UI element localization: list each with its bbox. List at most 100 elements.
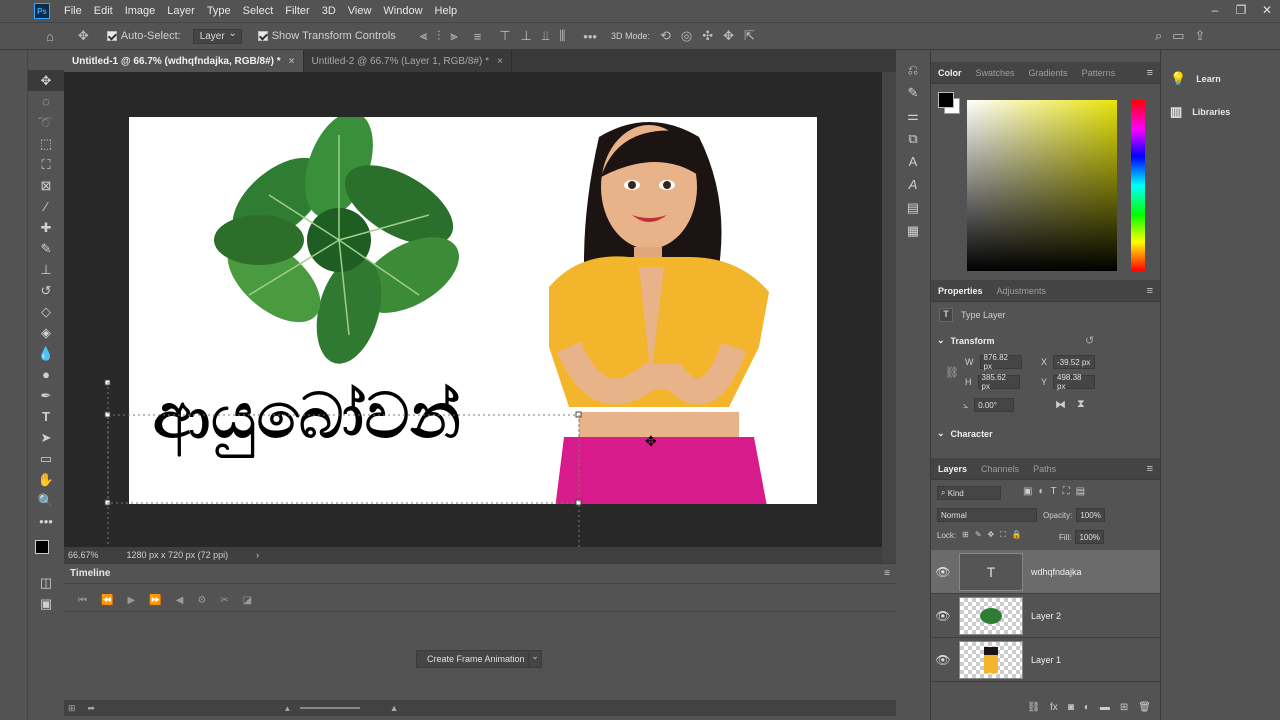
menu-select[interactable]: Select (237, 0, 280, 22)
zoom-out-icon[interactable]: ▴ (285, 703, 290, 714)
more-options-icon[interactable]: ••• (583, 29, 597, 44)
tab-channels[interactable]: Channels (974, 464, 1026, 474)
adjust-icon[interactable]: ⚌ (898, 108, 928, 131)
fx-icon[interactable]: fx (1050, 702, 1058, 718)
libraries-panel-button[interactable]: ▥ Libraries (1162, 95, 1252, 128)
close-tab-icon[interactable]: × (497, 56, 503, 67)
close-tab-icon[interactable]: × (289, 56, 295, 67)
kind-filter-dropdown[interactable]: ⌕ Kind (937, 486, 1001, 500)
marquee-tool-icon[interactable]: ◌ (28, 91, 64, 112)
checkbox-icon[interactable] (106, 31, 117, 41)
3d-roll-icon[interactable]: ◎ (681, 28, 692, 44)
glyphs-icon[interactable]: A (898, 177, 928, 200)
share-icon[interactable]: ⇪ (1195, 28, 1206, 44)
history-icon[interactable]: ⎌ (898, 62, 928, 85)
zoom-slider[interactable] (299, 707, 360, 709)
timeline-title[interactable]: Timeline (70, 568, 110, 579)
settings-icon[interactable]: ⚙ (197, 595, 206, 606)
show-transform-toggle[interactable]: Show Transform Controls (257, 30, 396, 42)
transition-icon[interactable]: ◪ (243, 595, 252, 606)
learn-panel-button[interactable]: 💡 Learn (1162, 62, 1252, 95)
audio-icon[interactable]: ◀ (176, 595, 184, 606)
auto-select-dropdown[interactable]: Layer (192, 28, 242, 44)
distribute-h-icon[interactable]: ⫼ (559, 28, 565, 44)
tab-properties[interactable]: Properties (931, 286, 990, 296)
screen-mode-icon[interactable]: ▣ (28, 593, 64, 614)
eye-icon[interactable]: 👁 (931, 653, 955, 667)
eye-icon[interactable]: 👁 (931, 609, 955, 623)
layer-name[interactable]: wdhqfndajka (1031, 567, 1082, 577)
status-arrow-icon[interactable]: › (256, 550, 259, 560)
align-top-icon[interactable]: ⊤ (499, 28, 510, 44)
menu-layer[interactable]: Layer (161, 0, 201, 22)
history-brush-icon[interactable]: ↺ (28, 280, 64, 301)
opacity-field[interactable]: 100% (1076, 508, 1105, 522)
height-field[interactable]: 385.62 px (977, 373, 1020, 391)
menu-image[interactable]: Image (119, 0, 162, 22)
foreground-color-swatch[interactable] (938, 92, 954, 108)
dodge-tool-icon[interactable]: ● (28, 364, 64, 385)
auto-select-toggle[interactable]: Auto-Select: (106, 30, 181, 42)
next-frame-icon[interactable]: ⏩ (149, 595, 161, 606)
blur-tool-icon[interactable]: 💧 (28, 343, 64, 364)
minimize-button[interactable]: – (1202, 0, 1228, 20)
menu-file[interactable]: File (58, 0, 88, 22)
menu-edit[interactable]: Edit (88, 0, 119, 22)
panel-menu-icon[interactable]: ≡ (1140, 463, 1160, 475)
crop-tool-icon[interactable]: ⛶ (28, 154, 64, 175)
align-center-icon[interactable]: ⫶ (437, 28, 440, 44)
first-frame-icon[interactable]: ⏮ (78, 595, 87, 606)
zoom-level[interactable]: 66.67% (68, 550, 99, 560)
3d-slide-icon[interactable]: ✥ (723, 28, 734, 44)
move-tool-icon[interactable]: ✥ (78, 28, 89, 44)
paint-bucket-icon[interactable]: ◈ (28, 322, 64, 343)
adjustment-layer-icon[interactable]: ◐ (1084, 702, 1090, 718)
brush-settings-icon[interactable]: ✎ (898, 85, 928, 108)
tab-adjustments[interactable]: Adjustments (990, 286, 1054, 296)
animation-dropdown-icon[interactable]: ⌄ (528, 650, 542, 668)
pen-tool-icon[interactable]: ✒ (28, 385, 64, 406)
flip-vertical-icon[interactable]: ⧗ (1077, 398, 1085, 411)
tab-color[interactable]: Color (931, 68, 969, 78)
restore-button[interactable]: ❐ (1228, 0, 1254, 20)
collapse-icon[interactable]: ⌄ (937, 335, 945, 346)
paragraph-icon[interactable]: ▤ (898, 200, 928, 223)
align-bottom-icon[interactable]: ⫫ (542, 28, 549, 44)
link-layers-icon[interactable]: ⛓ (1027, 702, 1040, 718)
flip-horizontal-icon[interactable]: ⧓ (1055, 398, 1066, 411)
layer-filter-icons[interactable]: ▣◐T⛶▤ (1023, 486, 1091, 497)
panel-menu-icon[interactable]: ≡ (1140, 67, 1160, 79)
y-field[interactable]: 498.38 px (1053, 373, 1096, 391)
distribute-icon[interactable]: ≡ (474, 29, 482, 44)
type-tool-icon[interactable]: T (28, 406, 64, 427)
checkbox-icon[interactable] (257, 31, 268, 41)
layer-row[interactable]: 👁 T wdhqfndajka (931, 550, 1160, 594)
menu-type[interactable]: Type (201, 0, 237, 22)
angle-field[interactable]: 0.00° (974, 398, 1015, 412)
blend-mode-dropdown[interactable]: Normal (937, 508, 1037, 522)
zoom-tool-icon[interactable]: 🔍 (28, 490, 64, 511)
healing-brush-icon[interactable]: ✚ (28, 217, 64, 238)
close-button[interactable]: ✕ (1254, 0, 1280, 20)
layer-row[interactable]: 👁 Layer 1 (931, 638, 1160, 682)
panel-menu-icon[interactable]: ≡ (884, 568, 890, 579)
eyedropper-icon[interactable]: ⁄ (28, 196, 64, 217)
tab-patterns[interactable]: Patterns (1075, 68, 1123, 78)
lock-icons[interactable]: ⊞✎✥⛶🔒 (962, 530, 1028, 540)
workspace-icon[interactable]: ▭ (1172, 28, 1184, 44)
width-field[interactable]: 876.82 px (979, 353, 1022, 371)
menu-view[interactable]: View (342, 0, 378, 22)
stamp-tool-icon[interactable]: ⊥ (28, 259, 64, 280)
tab-untitled-1[interactable]: Untitled-1 @ 66.7% (wdhqfndajka, RGB/8#)… (64, 50, 304, 72)
align-left-icon[interactable]: ⫷ (420, 28, 427, 44)
new-group-icon[interactable]: ▬ (1100, 702, 1110, 718)
tab-untitled-2[interactable]: Untitled-2 @ 66.7% (Layer 1, RGB/8#) * × (304, 50, 512, 72)
panel-menu-icon[interactable]: ≡ (1140, 285, 1160, 297)
tab-layers[interactable]: Layers (931, 464, 974, 474)
clone-source-icon[interactable]: ⧉ (898, 131, 928, 154)
play-icon[interactable]: ▶ (127, 595, 135, 606)
create-frame-animation-button[interactable]: Create Frame Animation (416, 650, 536, 668)
align-right-icon[interactable]: ⫸ (450, 28, 457, 44)
frame-icon[interactable]: ⊞ (68, 703, 76, 714)
prev-frame-icon[interactable]: ⏪ (101, 595, 113, 606)
